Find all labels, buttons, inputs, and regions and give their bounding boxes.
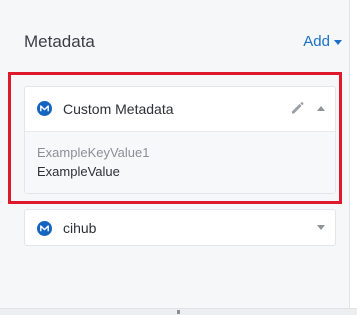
section-title: Metadata: [24, 32, 95, 51]
scrollbar-thumb[interactable]: [177, 310, 180, 314]
highlight-box: [8, 72, 342, 204]
metadata-header: Metadata Add: [24, 30, 342, 54]
add-dropdown-button[interactable]: Add: [303, 30, 342, 54]
panel-right-edge: [350, 0, 357, 308]
cihub-card: cihub: [24, 209, 336, 246]
caret-down-icon: [334, 40, 342, 45]
cihub-card-header[interactable]: cihub: [25, 210, 335, 245]
add-button-label: Add: [303, 33, 330, 50]
card-title: cihub: [63, 220, 97, 236]
chevron-down-icon[interactable]: [317, 225, 325, 230]
m-logo-icon: [37, 221, 52, 236]
